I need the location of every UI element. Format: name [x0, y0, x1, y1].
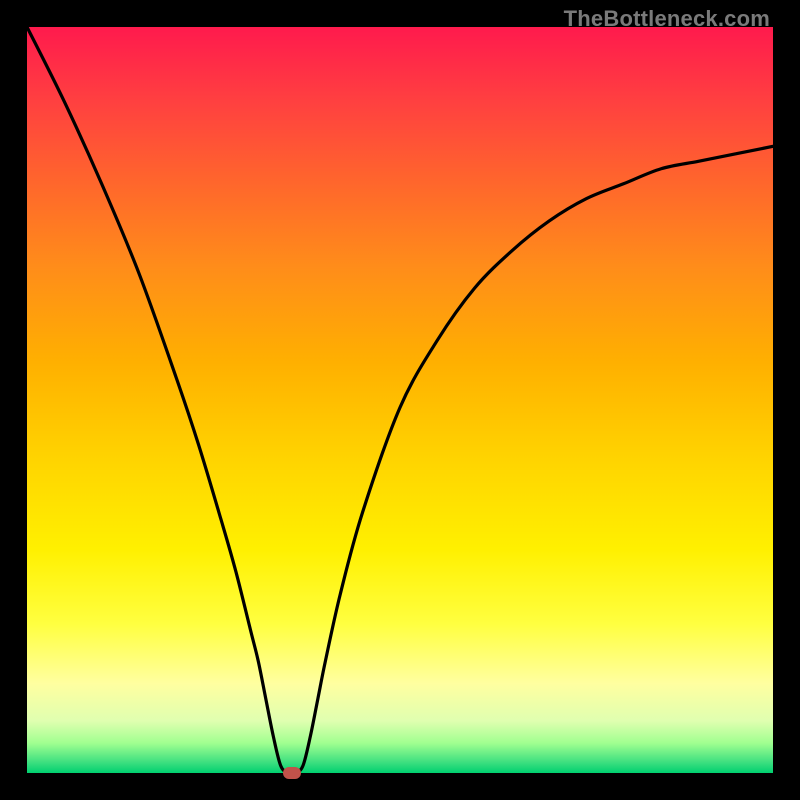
chart-frame: TheBottleneck.com: [0, 0, 800, 800]
bottleneck-curve: [27, 27, 773, 774]
curve-layer: [27, 27, 773, 773]
watermark-text: TheBottleneck.com: [564, 6, 770, 32]
optimal-point-marker: [283, 767, 301, 779]
